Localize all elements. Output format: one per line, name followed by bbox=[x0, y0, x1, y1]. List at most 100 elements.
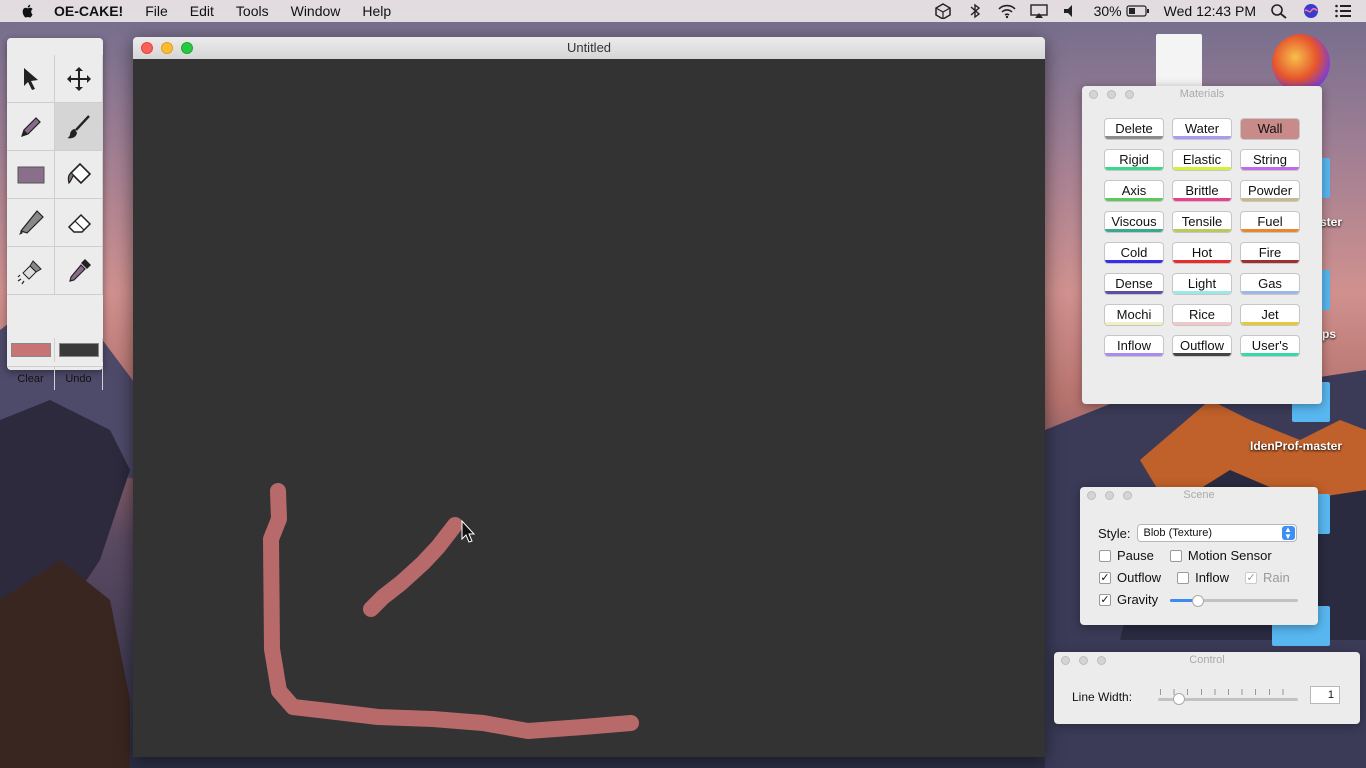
material-label: Hot bbox=[1191, 245, 1213, 260]
scene-panel-titlebar[interactable]: Scene bbox=[1080, 487, 1318, 503]
wifi-icon[interactable] bbox=[998, 3, 1016, 19]
style-label: Style: bbox=[1098, 525, 1131, 541]
material-button-delete[interactable]: Delete bbox=[1104, 118, 1164, 140]
desktop-file-icon[interactable] bbox=[1156, 34, 1202, 90]
outflow-checkbox[interactable]: ✓ bbox=[1099, 571, 1111, 584]
material-button-axis[interactable]: Axis bbox=[1104, 180, 1164, 202]
bluetooth-icon[interactable] bbox=[966, 3, 984, 19]
material-button-light[interactable]: Light bbox=[1172, 273, 1232, 295]
material-label: Delete bbox=[1115, 121, 1153, 136]
material-label: Elastic bbox=[1182, 152, 1222, 167]
material-button-fuel[interactable]: Fuel bbox=[1240, 211, 1300, 233]
line-width-slider-knob[interactable] bbox=[1173, 693, 1185, 705]
material-button-elastic[interactable]: Elastic bbox=[1172, 149, 1232, 171]
material-button-inflow[interactable]: Inflow bbox=[1104, 335, 1164, 357]
material-button-hot[interactable]: Hot bbox=[1172, 242, 1232, 264]
select-tool[interactable] bbox=[7, 55, 55, 103]
clear-button[interactable]: Clear bbox=[7, 366, 55, 390]
undo-button[interactable]: Undo bbox=[55, 366, 103, 390]
material-button-rice[interactable]: Rice bbox=[1172, 304, 1232, 326]
panel-zoom-button[interactable] bbox=[1125, 90, 1134, 99]
minimize-window-button[interactable] bbox=[161, 42, 173, 54]
mouse-cursor-icon bbox=[461, 519, 476, 543]
material-button-water[interactable]: Water bbox=[1172, 118, 1232, 140]
style-select[interactable]: Blob (Texture) ▲ ▼ bbox=[1136, 524, 1297, 542]
fill-tool[interactable] bbox=[55, 151, 103, 199]
brush-tool[interactable] bbox=[55, 103, 103, 151]
browser-app-icon[interactable] bbox=[1272, 34, 1330, 92]
panel-close-button[interactable] bbox=[1089, 90, 1098, 99]
material-label: User's bbox=[1251, 338, 1289, 353]
rain-checkbox: ✓ bbox=[1245, 571, 1258, 584]
material-button-string[interactable]: String bbox=[1240, 149, 1300, 171]
battery-icon[interactable] bbox=[1126, 3, 1150, 19]
material-button-tensile[interactable]: Tensile bbox=[1172, 211, 1232, 233]
material-label: Cold bbox=[1120, 245, 1148, 260]
siri-icon[interactable] bbox=[1302, 3, 1320, 19]
material-button-viscous[interactable]: Viscous bbox=[1104, 211, 1164, 233]
eraser-icon bbox=[67, 213, 91, 233]
gravity-slider-knob[interactable] bbox=[1192, 595, 1205, 607]
menu-window[interactable]: Window bbox=[291, 3, 341, 19]
panel-minimize-button[interactable] bbox=[1079, 656, 1088, 665]
app-menu[interactable]: OE-CAKE! bbox=[54, 3, 123, 19]
zoom-window-button[interactable] bbox=[181, 42, 193, 54]
airplay-icon[interactable] bbox=[1029, 3, 1048, 19]
material-label: Axis bbox=[1121, 183, 1147, 198]
material-button-outflow[interactable]: Outflow bbox=[1172, 335, 1232, 357]
knife-tool[interactable] bbox=[7, 199, 55, 247]
dropbox-icon[interactable] bbox=[934, 3, 952, 19]
rectangle-tool[interactable] bbox=[7, 151, 55, 199]
material-label: Rice bbox=[1188, 307, 1215, 322]
panel-minimize-button[interactable] bbox=[1105, 491, 1114, 500]
material-button-gas[interactable]: Gas bbox=[1240, 273, 1300, 295]
material-button-mochi[interactable]: Mochi bbox=[1104, 304, 1164, 326]
material-button-rigid[interactable]: Rigid bbox=[1104, 149, 1164, 171]
material-color-bar bbox=[1105, 260, 1163, 263]
menubar-clock[interactable]: Wed 12:43 PM bbox=[1164, 3, 1256, 19]
foreground-color-swatch[interactable] bbox=[7, 338, 55, 362]
pause-checkbox[interactable] bbox=[1099, 549, 1111, 562]
material-button-powder[interactable]: Powder bbox=[1240, 180, 1300, 202]
material-button-brittle[interactable]: Brittle bbox=[1172, 180, 1232, 202]
volume-icon[interactable] bbox=[1062, 3, 1080, 19]
panel-close-button[interactable] bbox=[1087, 491, 1096, 500]
apple-menu-icon[interactable] bbox=[20, 3, 36, 19]
eraser-tool[interactable] bbox=[55, 199, 103, 247]
material-button-wall[interactable]: Wall bbox=[1240, 118, 1300, 140]
material-button-fire[interactable]: Fire bbox=[1240, 242, 1300, 264]
background-color-swatch[interactable] bbox=[55, 338, 103, 362]
materials-panel-titlebar[interactable]: Materials bbox=[1082, 86, 1322, 102]
panel-minimize-button[interactable] bbox=[1107, 90, 1116, 99]
menu-file[interactable]: File bbox=[145, 3, 168, 19]
material-button-dense[interactable]: Dense bbox=[1104, 273, 1164, 295]
material-button-users[interactable]: User's bbox=[1240, 335, 1300, 357]
motion-sensor-checkbox[interactable] bbox=[1169, 549, 1182, 562]
line-width-field[interactable]: 1 bbox=[1310, 686, 1340, 704]
inflow-label: Inflow bbox=[1195, 570, 1230, 585]
control-panel-titlebar[interactable]: Control bbox=[1054, 652, 1360, 668]
light-tool[interactable] bbox=[7, 247, 55, 295]
move-tool[interactable] bbox=[55, 55, 103, 103]
gravity-checkbox[interactable]: ✓ bbox=[1099, 593, 1111, 606]
menu-tools[interactable]: Tools bbox=[236, 3, 269, 19]
pencil-tool[interactable] bbox=[7, 103, 55, 151]
material-button-cold[interactable]: Cold bbox=[1104, 242, 1164, 264]
menu-help[interactable]: Help bbox=[362, 3, 391, 19]
dropper-tool[interactable] bbox=[55, 247, 103, 295]
material-color-bar bbox=[1241, 322, 1299, 325]
close-window-button[interactable] bbox=[141, 42, 153, 54]
material-button-jet[interactable]: Jet bbox=[1240, 304, 1300, 326]
spotlight-search-icon[interactable] bbox=[1270, 3, 1288, 19]
drawing-canvas[interactable] bbox=[133, 59, 1045, 757]
window-titlebar[interactable]: Untitled bbox=[133, 37, 1045, 59]
brush-icon bbox=[66, 114, 90, 138]
notification-center-icon[interactable] bbox=[1334, 3, 1352, 19]
inflow-checkbox[interactable] bbox=[1177, 571, 1190, 584]
menu-edit[interactable]: Edit bbox=[190, 3, 214, 19]
panel-close-button[interactable] bbox=[1061, 656, 1070, 665]
panel-zoom-button[interactable] bbox=[1097, 656, 1106, 665]
material-label: Powder bbox=[1247, 183, 1293, 198]
materials-panel: Materials Delete Water Wall Rigid Elastic Str… bbox=[1082, 86, 1322, 404]
panel-zoom-button[interactable] bbox=[1123, 491, 1132, 500]
